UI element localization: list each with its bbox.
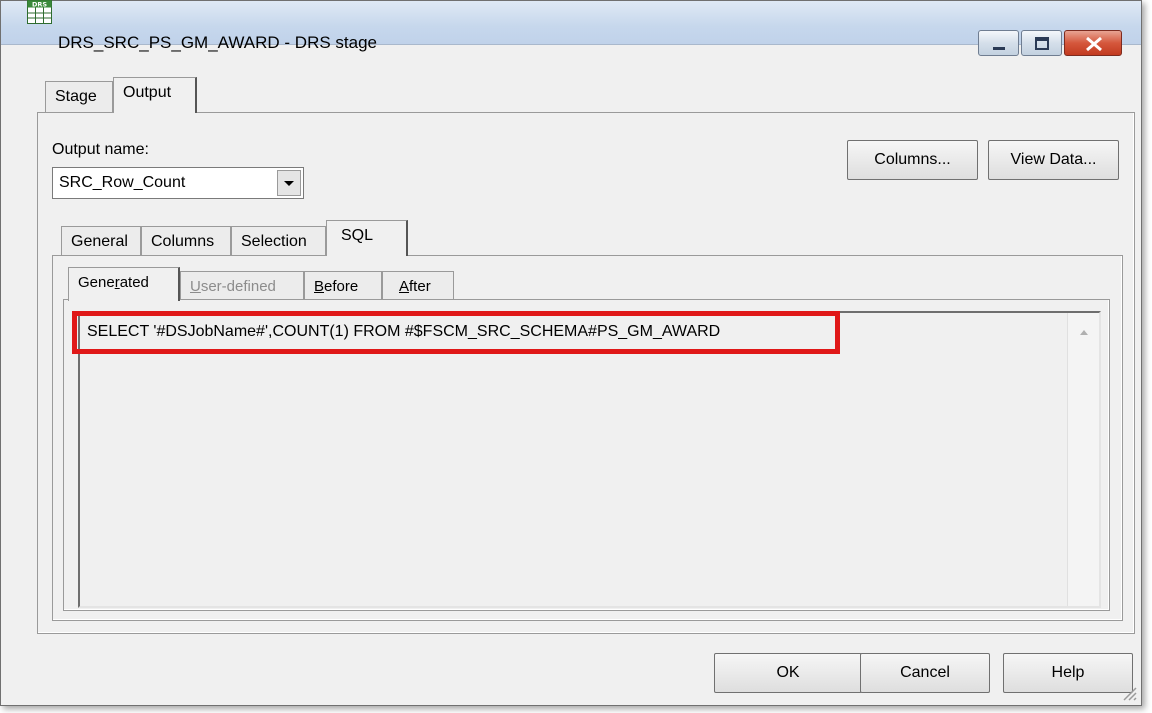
tab-columns[interactable]: Columns — [141, 226, 231, 258]
tab-selection-label: Selection — [241, 233, 307, 250]
output-name-value: SRC_Row_Count — [59, 174, 186, 191]
tab-before-label: Before — [314, 278, 359, 295]
tab-generated[interactable]: Generated — [68, 267, 180, 301]
tab-sql-label: SQL — [341, 227, 374, 244]
drs-grid-icon: DRS — [27, 0, 52, 24]
scroll-up-icon[interactable] — [1068, 313, 1100, 343]
tab-general-label: General — [71, 233, 128, 250]
window-title: DRS_SRC_PS_GM_AWARD - DRS stage — [58, 33, 377, 52]
tab-generated-label: Generated — [78, 274, 149, 291]
tab-output-label: Output — [123, 84, 172, 101]
vertical-scrollbar[interactable] — [1067, 313, 1099, 606]
tab-sql[interactable]: SQL — [326, 220, 408, 256]
tab-columns-label: Columns — [151, 233, 215, 250]
close-button[interactable] — [1064, 30, 1122, 56]
columns-button[interactable]: Columns... — [847, 140, 978, 180]
resize-grip-icon[interactable] — [1121, 685, 1137, 701]
ok-button[interactable]: OK — [714, 653, 862, 693]
cancel-button[interactable]: Cancel — [860, 653, 990, 693]
tab-selection[interactable]: Selection — [231, 226, 326, 258]
title-bar[interactable]: DRS DRS_SRC_PS_GM_AWARD - DRS stage — [1, 0, 1141, 56]
output-name-label: Output name: — [52, 141, 149, 158]
output-name-select[interactable]: SRC_Row_Count — [52, 167, 304, 199]
minimize-button[interactable] — [978, 30, 1019, 56]
dropdown-button[interactable] — [277, 170, 301, 196]
svg-text:DRS: DRS — [32, 1, 47, 9]
tab-general[interactable]: General — [61, 226, 141, 258]
sql-textarea[interactable]: SELECT '#DSJobName#',COUNT(1) FROM #$FSC… — [78, 311, 1101, 608]
tab-after-label: After — [399, 278, 431, 295]
chevron-down-icon — [284, 181, 294, 186]
tab-output[interactable]: Output — [113, 77, 197, 113]
help-button[interactable]: Help — [1003, 653, 1133, 693]
view-data-button[interactable]: View Data... — [988, 140, 1119, 180]
drs-stage-window: DRS DRS_SRC_PS_GM_AWARD - DRS stage Stag… — [0, 0, 1142, 706]
tab-user-defined-label: User-defined — [190, 278, 276, 295]
sql-query-text: SELECT '#DSJobName#',COUNT(1) FROM #$FSC… — [87, 323, 721, 340]
maximize-button[interactable] — [1021, 30, 1062, 56]
tab-stage[interactable]: Stage — [45, 81, 113, 113]
close-icon — [1086, 36, 1102, 52]
maximize-icon — [1035, 37, 1049, 50]
tab-stage-label: Stage — [55, 88, 97, 105]
minimize-icon — [993, 47, 1005, 50]
